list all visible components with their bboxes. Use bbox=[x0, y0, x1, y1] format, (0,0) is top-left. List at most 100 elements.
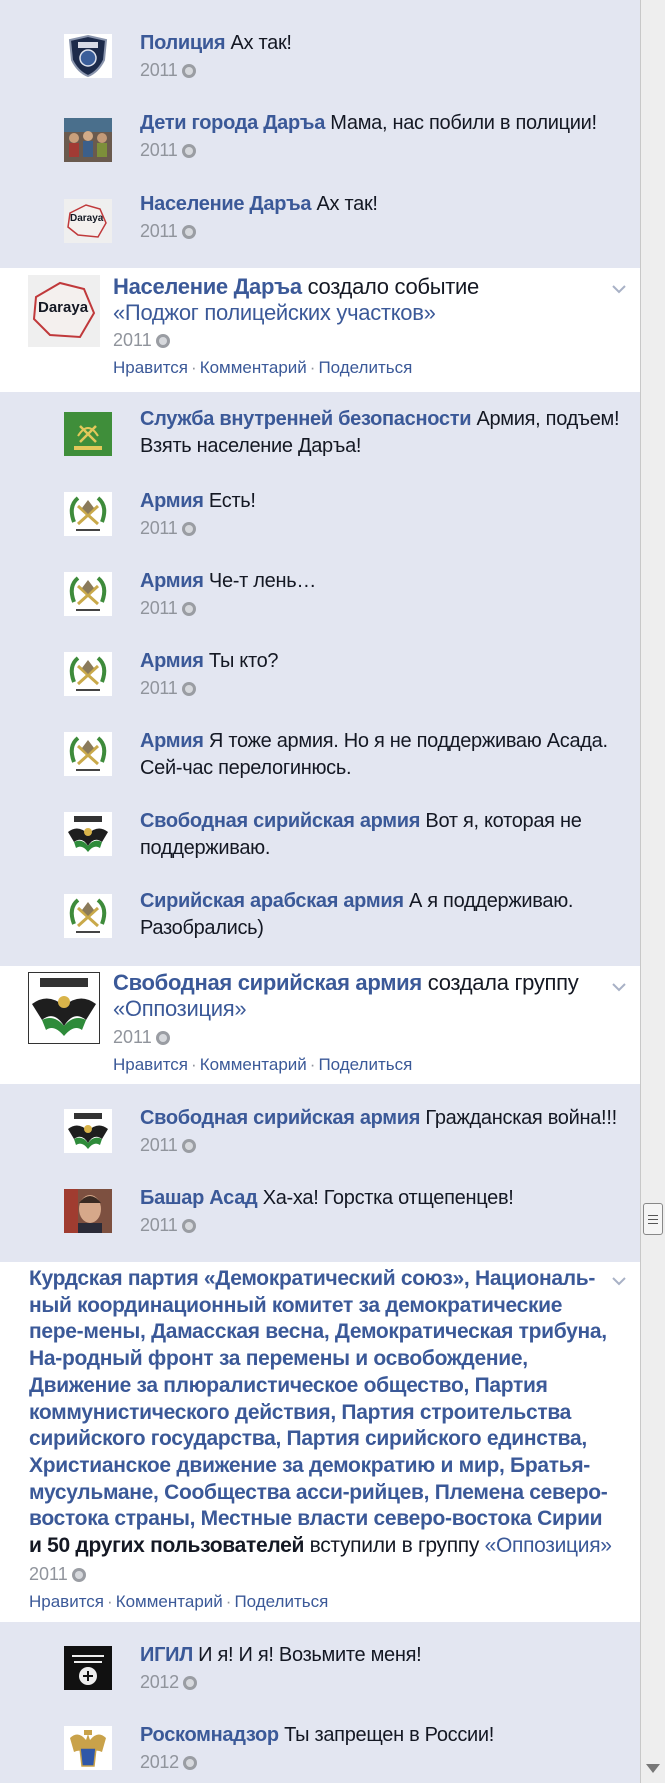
army-emblem-avatar[interactable] bbox=[64, 732, 112, 776]
post-actions: Нравится · Комментарий · Поделиться bbox=[29, 1592, 329, 1611]
scrollbar-thumb[interactable] bbox=[643, 1203, 663, 1235]
share-link[interactable]: Поделиться bbox=[318, 358, 412, 377]
fsa-emblem-avatar[interactable] bbox=[64, 1109, 112, 1153]
comment-year[interactable]: 2012 bbox=[140, 1669, 179, 1696]
fsa-emblem-avatar[interactable] bbox=[28, 972, 100, 1044]
post-meta: 2011 bbox=[29, 1564, 86, 1585]
comment-author[interactable]: Сирийская арабская армия bbox=[140, 890, 404, 912]
comment-author[interactable]: Служба внутренней безопасности bbox=[140, 408, 471, 430]
comment-body: Мама, нас побили в полиции! bbox=[325, 112, 597, 134]
comment-link[interactable]: Комментарий bbox=[200, 358, 307, 377]
comment-year[interactable]: 2011 bbox=[140, 137, 178, 164]
comment-text: Армия Ты кто? 2011 bbox=[140, 648, 630, 702]
comment-author[interactable]: Армия bbox=[140, 730, 204, 752]
russia-emblem-avatar[interactable] bbox=[64, 1726, 112, 1770]
army-emblem-avatar[interactable] bbox=[64, 894, 112, 938]
like-link[interactable]: Нравится bbox=[113, 1055, 188, 1074]
comment-meta: 2011 bbox=[140, 1132, 630, 1159]
comment-author[interactable]: Свободная сирийская армия bbox=[140, 810, 420, 832]
security-emblem-avatar[interactable] bbox=[64, 412, 112, 456]
globe-icon bbox=[181, 681, 196, 696]
post-year[interactable]: 2011 bbox=[113, 330, 152, 351]
globe-icon bbox=[182, 1675, 197, 1690]
comment-year[interactable]: 2011 bbox=[140, 515, 178, 542]
post-author[interactable]: Население Даръа bbox=[113, 274, 302, 299]
globe-icon bbox=[71, 1567, 86, 1582]
army-emblem-avatar[interactable] bbox=[64, 492, 112, 536]
fsa-emblem-avatar[interactable] bbox=[64, 812, 112, 856]
event-link[interactable]: «Поджог полицейских участков» bbox=[113, 300, 436, 325]
daraya-map-avatar[interactable]: Daraya bbox=[28, 275, 100, 347]
chevron-down-icon[interactable] bbox=[612, 980, 626, 994]
vertical-scrollbar[interactable] bbox=[640, 0, 665, 1783]
comment-year[interactable]: 2011 bbox=[140, 595, 178, 622]
post-author[interactable]: Свободная сирийская армия bbox=[113, 970, 422, 995]
comment-year[interactable]: 2011 bbox=[140, 1212, 178, 1239]
comment-year[interactable]: 2011 bbox=[140, 675, 178, 702]
comment: Армия Че-т лень… 2011 bbox=[0, 568, 640, 638]
chevron-down-icon[interactable] bbox=[612, 282, 626, 296]
comment-author[interactable]: Армия bbox=[140, 650, 204, 672]
comment: ИГИЛ И я! И я! Возьмите меня! 2012 bbox=[0, 1642, 640, 1712]
comment: Армия Ты кто? 2011 bbox=[0, 648, 640, 718]
share-link[interactable]: Поделиться bbox=[234, 1592, 328, 1611]
like-link[interactable]: Нравится bbox=[29, 1592, 104, 1611]
post-meta: 2011 bbox=[113, 1027, 170, 1048]
post-year[interactable]: 2011 bbox=[29, 1564, 68, 1585]
daraya-map-avatar[interactable]: Daraya bbox=[64, 199, 112, 243]
group-link[interactable]: «Оппозиция» bbox=[485, 1534, 612, 1557]
comment-author[interactable]: Свободная сирийская армия bbox=[140, 1107, 420, 1129]
post-text: Население Даръа создало событие «Поджог … bbox=[113, 274, 603, 326]
globe-icon bbox=[181, 1218, 196, 1233]
comment-meta: 2012 bbox=[140, 1669, 630, 1696]
comment: Дети города Даръа Мама, нас побили в пол… bbox=[0, 110, 640, 180]
police-badge-avatar[interactable] bbox=[64, 34, 112, 78]
comment-link[interactable]: Комментарий bbox=[200, 1055, 307, 1074]
chevron-down-icon[interactable] bbox=[612, 1274, 626, 1288]
comment-body: Ах так! bbox=[311, 193, 378, 215]
army-emblem-avatar[interactable] bbox=[64, 572, 112, 616]
comment-meta: 2011 bbox=[140, 675, 630, 702]
post-year[interactable]: 2011 bbox=[113, 1027, 152, 1048]
like-link[interactable]: Нравится bbox=[113, 358, 188, 377]
feed-post: Daraya Население Даръа создало событие «… bbox=[0, 268, 640, 392]
comment-author[interactable]: Армия bbox=[140, 570, 204, 592]
comment-text: Армия Че-т лень… 2011 bbox=[140, 568, 630, 622]
comment-body: Гражданская война!!! bbox=[420, 1107, 617, 1129]
share-link[interactable]: Поделиться bbox=[318, 1055, 412, 1074]
globe-icon bbox=[182, 1755, 197, 1770]
comment-body: Ты кто? bbox=[203, 650, 279, 672]
comment-meta: 2011 bbox=[140, 137, 630, 164]
comment-year[interactable]: 2012 bbox=[140, 1749, 179, 1776]
comment-author[interactable]: Дети города Даръа bbox=[140, 112, 325, 134]
comment-author[interactable]: ИГИЛ bbox=[140, 1644, 193, 1666]
globe-icon bbox=[181, 224, 196, 239]
comment-body: Ты запрещен в России! bbox=[278, 1724, 495, 1746]
more-users-link[interactable]: и 50 других пользователей bbox=[29, 1534, 304, 1557]
scroll-down-arrow-icon[interactable] bbox=[646, 1764, 660, 1773]
comment-author[interactable]: Башар Асад bbox=[140, 1187, 258, 1209]
comment-meta: 2011 bbox=[140, 595, 630, 622]
comment-year[interactable]: 2011 bbox=[140, 57, 178, 84]
army-emblem-avatar[interactable] bbox=[64, 652, 112, 696]
comment-meta: 2012 bbox=[140, 1749, 630, 1776]
comment-text: Армия Я тоже армия. Но я не поддерживаю … bbox=[140, 728, 630, 782]
globe-icon bbox=[181, 521, 196, 536]
post-action: создала группу bbox=[421, 970, 579, 995]
comment-year[interactable]: 2011 bbox=[140, 1132, 178, 1159]
comment-year[interactable]: 2011 bbox=[140, 218, 178, 245]
comment-text: ИГИЛ И я! И я! Возьмите меня! 2012 bbox=[140, 1642, 630, 1696]
comment-meta: 2011 bbox=[140, 57, 630, 84]
comment-author[interactable]: Роскомнадзор bbox=[140, 1724, 279, 1746]
children-photo-avatar[interactable] bbox=[64, 118, 112, 162]
comment: Башар Асад Ха-ха! Горстка отщепенцев! 20… bbox=[0, 1185, 640, 1255]
assad-photo-avatar[interactable] bbox=[64, 1189, 112, 1233]
comment-body: Ах так! bbox=[225, 32, 292, 54]
comment-author[interactable]: Население Даръа bbox=[140, 193, 312, 215]
comment-author[interactable]: Армия bbox=[140, 490, 204, 512]
group-link[interactable]: «Оппозиция» bbox=[113, 996, 247, 1021]
isis-flag-avatar[interactable] bbox=[64, 1646, 112, 1690]
comment-author[interactable]: Полиция bbox=[140, 32, 226, 54]
member-list[interactable]: Курдская партия «Демократический союз», … bbox=[29, 1267, 608, 1530]
comment-link[interactable]: Комментарий bbox=[116, 1592, 223, 1611]
